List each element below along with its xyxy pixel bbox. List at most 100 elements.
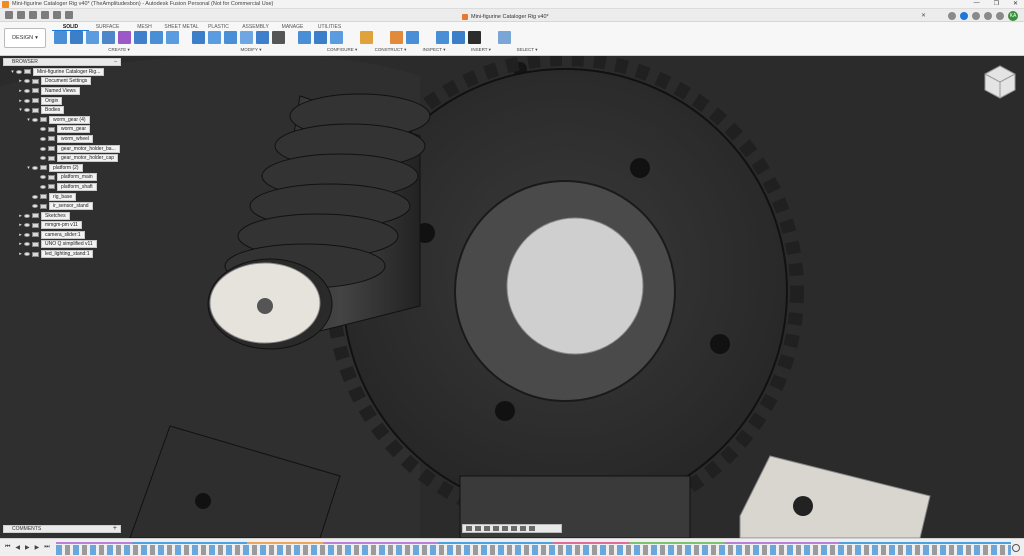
expand-arrow-icon[interactable]: ▸ bbox=[17, 98, 24, 104]
visibility-eye-icon[interactable] bbox=[32, 194, 38, 199]
group-create[interactable]: CREATE ▾ bbox=[52, 47, 186, 53]
tab-mesh[interactable]: MESH bbox=[126, 23, 163, 31]
file-menu-icon[interactable] bbox=[29, 11, 37, 19]
comments-panel[interactable]: COMMENTS + bbox=[3, 525, 121, 533]
group-construct[interactable]: CONSTRUCT ▾ bbox=[368, 47, 413, 53]
expand-arrow-icon[interactable]: ▾ bbox=[17, 107, 24, 113]
new-tab-icon[interactable] bbox=[948, 12, 956, 20]
tree-node[interactable]: rig_base bbox=[3, 192, 133, 202]
help-icon[interactable] bbox=[996, 12, 1004, 20]
timeline-start-button[interactable]: ⏮ bbox=[5, 544, 10, 551]
gear-icon[interactable] bbox=[1012, 544, 1020, 552]
tree-node[interactable]: ▸ Document Settings bbox=[3, 77, 133, 87]
pan-icon[interactable] bbox=[484, 526, 490, 531]
visibility-eye-icon[interactable] bbox=[32, 165, 38, 170]
timeline-prev-button[interactable]: ◀ bbox=[15, 544, 20, 551]
tree-node[interactable]: ▸ led_lighting_stand:1 bbox=[3, 249, 133, 259]
expand-arrow-icon[interactable]: ▾ bbox=[25, 117, 32, 123]
visibility-eye-icon[interactable] bbox=[24, 88, 30, 93]
visibility-eye-icon[interactable] bbox=[24, 252, 30, 257]
tree-node[interactable]: worm_wheel bbox=[3, 134, 133, 144]
expand-arrow-icon[interactable]: ▾ bbox=[9, 69, 16, 75]
minimize-button[interactable]: — bbox=[974, 0, 980, 7]
measure-icon[interactable] bbox=[390, 31, 403, 44]
extensions-icon[interactable] bbox=[960, 12, 968, 20]
expand-arrow-icon[interactable]: ▾ bbox=[25, 165, 32, 171]
expand-arrow-icon[interactable]: ▸ bbox=[17, 88, 24, 94]
press-pull-icon[interactable] bbox=[192, 31, 205, 44]
tree-node[interactable]: worm_gear bbox=[3, 125, 133, 135]
select-icon[interactable] bbox=[498, 31, 511, 44]
form-icon[interactable] bbox=[118, 31, 131, 44]
configure-table-icon[interactable] bbox=[314, 31, 327, 44]
insert-derive-icon[interactable] bbox=[436, 31, 449, 44]
extrude-icon[interactable] bbox=[70, 31, 83, 44]
tree-node[interactable]: ▸ UNO Q simplified v11 bbox=[3, 240, 133, 250]
fit-icon[interactable] bbox=[502, 526, 508, 531]
timeline-features[interactable] bbox=[56, 545, 1011, 555]
browser-panel-header[interactable]: BROWSER – bbox=[3, 58, 121, 66]
configure-rule-icon[interactable] bbox=[330, 31, 343, 44]
tree-node[interactable]: ▸ Named Views bbox=[3, 86, 133, 96]
insert-mesh-icon[interactable] bbox=[468, 31, 481, 44]
visibility-eye-icon[interactable] bbox=[16, 69, 22, 74]
data-panel-icon[interactable] bbox=[5, 11, 13, 19]
3d-viewport[interactable] bbox=[0, 56, 1024, 538]
create-sketch-icon[interactable] bbox=[54, 31, 67, 44]
visibility-eye-icon[interactable] bbox=[40, 184, 46, 189]
expand-arrow-icon[interactable]: ▸ bbox=[17, 78, 24, 84]
document-tab[interactable]: Mini-figurine Cataloger Rig v40* bbox=[462, 11, 549, 22]
maximize-button[interactable]: ❐ bbox=[994, 0, 999, 7]
revolve-icon[interactable] bbox=[86, 31, 99, 44]
chamfer-icon[interactable] bbox=[224, 31, 237, 44]
look-at-icon[interactable] bbox=[475, 526, 481, 531]
visibility-eye-icon[interactable] bbox=[24, 232, 30, 237]
undo-icon[interactable] bbox=[53, 11, 61, 19]
group-insert[interactable]: INSERT ▾ bbox=[455, 47, 507, 53]
timeline-end-button[interactable]: ⏭ bbox=[44, 544, 49, 551]
grid-settings-icon[interactable] bbox=[520, 526, 526, 531]
visibility-eye-icon[interactable] bbox=[24, 223, 30, 228]
visibility-eye-icon[interactable] bbox=[24, 213, 30, 218]
tab-plastic[interactable]: PLASTIC bbox=[200, 23, 237, 31]
collapse-icon[interactable]: – bbox=[114, 59, 117, 66]
visibility-eye-icon[interactable] bbox=[24, 108, 30, 113]
add-comment-icon[interactable]: + bbox=[113, 525, 117, 532]
fillet-icon[interactable] bbox=[208, 31, 221, 44]
visibility-eye-icon[interactable] bbox=[24, 79, 30, 84]
visibility-eye-icon[interactable] bbox=[32, 117, 38, 122]
timeline-play-button[interactable]: ▶ bbox=[25, 544, 30, 551]
visibility-eye-icon[interactable] bbox=[40, 146, 46, 151]
tree-node[interactable]: ▸ mmgm-pm v11 bbox=[3, 221, 133, 231]
split-body-icon[interactable] bbox=[256, 31, 269, 44]
tree-node[interactable]: gear_motor_holder_cap bbox=[3, 153, 133, 163]
mirror-icon[interactable] bbox=[166, 31, 179, 44]
redo-icon[interactable] bbox=[65, 11, 73, 19]
orbit-icon[interactable] bbox=[466, 526, 472, 531]
user-avatar[interactable]: KA bbox=[1008, 11, 1018, 21]
group-configure[interactable]: CONFIGURE ▾ bbox=[316, 47, 368, 53]
tree-node[interactable]: platform_shaft bbox=[3, 182, 133, 192]
expand-arrow-icon[interactable]: ▸ bbox=[17, 213, 24, 219]
tab-utilities[interactable]: UTILITIES bbox=[311, 23, 348, 31]
viewports-icon[interactable] bbox=[529, 526, 535, 531]
tree-node[interactable]: ▾ Bodies bbox=[3, 105, 133, 115]
grid-icon[interactable] bbox=[17, 11, 25, 19]
group-select[interactable]: SELECT ▾ bbox=[507, 47, 547, 53]
tree-node[interactable]: ▸ Sketches bbox=[3, 211, 133, 221]
document-tab-close[interactable]: ✕ bbox=[921, 12, 926, 19]
visibility-eye-icon[interactable] bbox=[40, 136, 46, 141]
tree-node[interactable]: gear_motor_holder_ba... bbox=[3, 144, 133, 154]
tab-sheet-metal[interactable]: SHEET METAL bbox=[163, 23, 200, 31]
expand-arrow-icon[interactable]: ▸ bbox=[17, 241, 24, 247]
tree-node[interactable]: ▸ camera_slider:1 bbox=[3, 230, 133, 240]
parameters-icon[interactable] bbox=[298, 31, 311, 44]
save-icon[interactable] bbox=[41, 11, 49, 19]
construct-plane-icon[interactable] bbox=[360, 31, 373, 44]
tree-node[interactable]: ▾ worm_gear (4) bbox=[3, 115, 133, 125]
tab-solid[interactable]: SOLID bbox=[52, 23, 89, 31]
notifications-icon[interactable] bbox=[984, 12, 992, 20]
pattern-icon[interactable] bbox=[150, 31, 163, 44]
workspace-switcher[interactable]: DESIGN ▾ bbox=[4, 28, 46, 48]
visibility-eye-icon[interactable] bbox=[24, 98, 30, 103]
